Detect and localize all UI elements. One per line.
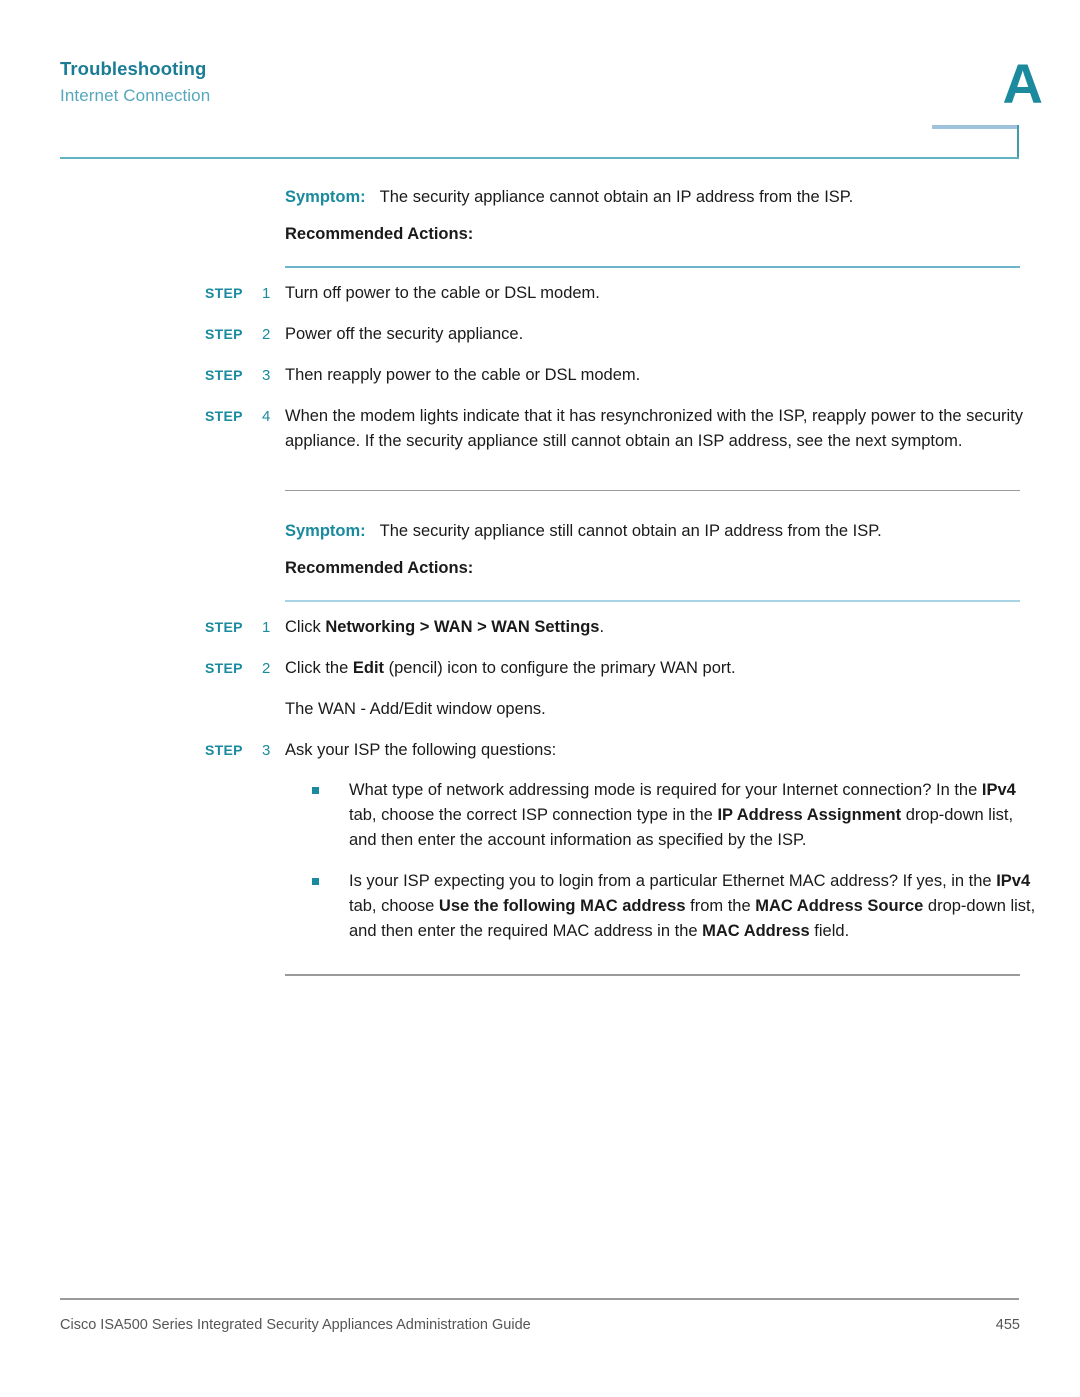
footer-document-title: Cisco ISA500 Series Integrated Security … — [60, 1317, 531, 1333]
header-divider — [60, 157, 1019, 159]
step-number: 2 — [262, 325, 271, 343]
step-text: Then reapply power to the cable or DSL m… — [285, 365, 641, 384]
footer-divider — [60, 1298, 1019, 1300]
footer-page-number: 455 — [995, 1317, 1020, 1333]
step-row: STEP 2 Click the Edit (pencil) icon to c… — [0, 656, 1080, 681]
step-number: 1 — [262, 619, 271, 636]
step-text: When the modem lights indicate that it h… — [285, 406, 1023, 450]
page-content: Symptom: The security appliance cannot ob… — [0, 160, 1080, 976]
symptom-row: Symptom: The security appliance cannot ob… — [0, 186, 1080, 208]
section-divider-gray — [285, 489, 1020, 491]
recommended-actions-label: Recommended Actions: — [285, 225, 474, 243]
step-row: STEP 3 Then reapply power to the cable o… — [0, 363, 1080, 388]
step-row: STEP 1 Click Networking > WAN > WAN Sett… — [0, 615, 1080, 640]
step-number: 1 — [262, 284, 271, 302]
question-list: What type of network addressing mode is … — [0, 778, 1080, 944]
list-item: Is your ISP expecting you to login from … — [310, 869, 1040, 944]
symptom-row: Symptom: The security appliance still can… — [0, 520, 1080, 542]
square-bullet-icon — [312, 787, 319, 794]
step-text: Ask your ISP the following questions: — [285, 741, 557, 759]
step-row: STEP 2 Power off the security appliance. — [0, 322, 1080, 347]
step-number: 3 — [262, 742, 271, 759]
page-title: Troubleshooting — [60, 58, 207, 79]
step-row: STEP 3 Ask your ISP the following questi… — [0, 738, 1080, 763]
recommended-actions-label: Recommended Actions: — [285, 559, 474, 577]
step-text: Turn off power to the cable or DSL modem… — [285, 283, 600, 302]
list-item-text: What type of network addressing mode is … — [349, 781, 1016, 849]
list-item-text: Is your ISP expecting you to login from … — [349, 872, 1036, 940]
square-bullet-icon — [312, 878, 319, 885]
step-number: 2 — [262, 660, 271, 677]
step-text: Click the Edit (pencil) icon to configur… — [285, 659, 736, 677]
list-item: What type of network addressing mode is … — [310, 778, 1040, 853]
symptom-label: Symptom: — [285, 188, 366, 206]
appendix-letter: A — [1002, 52, 1043, 115]
step-text: Click Networking > WAN > WAN Settings. — [285, 618, 605, 636]
page-header: Troubleshooting Internet Connection A — [0, 0, 1080, 160]
step-row: STEP 1 Turn off power to the cable or DS… — [0, 281, 1080, 306]
step-row: STEP 4 When the modem lights indicate th… — [0, 404, 1080, 454]
step-note: The WAN - Add/Edit window opens. — [285, 700, 546, 718]
symptom-text: The security appliance cannot obtain an … — [379, 188, 854, 206]
section-divider-gray — [285, 974, 1020, 976]
section-divider-teal — [285, 266, 1020, 268]
header-tab-cap — [932, 125, 1019, 129]
header-tab-edge — [1017, 125, 1019, 158]
symptom-label: Symptom: — [285, 522, 366, 540]
document-page: Troubleshooting Internet Connection A Sy… — [0, 0, 1080, 1397]
symptom-block-1: Symptom: The security appliance cannot ob… — [0, 186, 1080, 454]
section-divider-light — [285, 600, 1020, 602]
page-subtitle: Internet Connection — [60, 86, 211, 105]
step-text: Power off the security appliance. — [285, 324, 524, 343]
step-number: 3 — [262, 366, 271, 384]
step-number: 4 — [262, 407, 271, 425]
symptom-text: The security appliance still cannot obta… — [379, 522, 882, 540]
symptom-block-2: Symptom: The security appliance still can… — [0, 489, 1080, 976]
